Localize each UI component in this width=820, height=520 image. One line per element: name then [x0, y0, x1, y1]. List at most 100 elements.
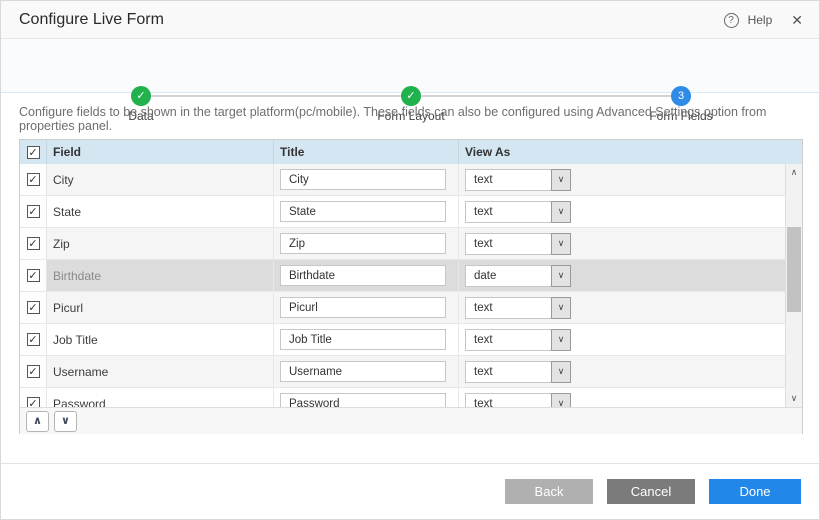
view-as-select[interactable]: text∨: [465, 329, 571, 351]
view-as-cell: text∨: [459, 164, 802, 195]
title-input[interactable]: [280, 265, 446, 286]
view-as-cell: date∨: [459, 260, 802, 291]
chevron-down-icon[interactable]: ∨: [551, 233, 571, 255]
row-checkbox[interactable]: ✓: [27, 301, 40, 314]
chevron-down-icon[interactable]: ∨: [551, 329, 571, 351]
view-as-select[interactable]: text∨: [465, 233, 571, 255]
dialog-title: Configure Live Form: [19, 1, 164, 39]
view-as-value: text: [465, 297, 551, 319]
view-as-cell: text∨: [459, 292, 802, 323]
row-checkbox-cell: ✓: [20, 164, 47, 195]
title-input[interactable]: [280, 169, 446, 190]
move-up-button[interactable]: ∧: [26, 411, 49, 432]
step-form-layout-icon[interactable]: ✓: [401, 86, 421, 106]
field-name: Password: [47, 388, 274, 407]
view-as-cell: text∨: [459, 324, 802, 355]
chevron-down-icon[interactable]: ∨: [551, 393, 571, 408]
fields-table: ✓ Field Title View As ✓Citytext∨✓Statete…: [19, 139, 803, 434]
table-row[interactable]: ✓ State text∨: [20, 196, 802, 228]
table-row[interactable]: ✓ Picurl text∨: [20, 292, 802, 324]
title-input[interactable]: [280, 393, 446, 407]
chevron-down-icon[interactable]: ∨: [551, 201, 571, 223]
title-input[interactable]: [280, 297, 446, 318]
row-checkbox[interactable]: ✓: [27, 269, 40, 282]
done-button[interactable]: Done: [709, 479, 801, 504]
title-cell: [274, 196, 459, 227]
back-button[interactable]: Back: [505, 479, 593, 504]
cancel-button[interactable]: Cancel: [607, 479, 695, 504]
wizard-stepper: ✓ ✓ 3 Data Form Layout Form Fields: [1, 39, 819, 93]
chevron-down-icon[interactable]: ∨: [551, 265, 571, 287]
row-checkbox[interactable]: ✓: [27, 173, 40, 186]
view-as-value: text: [465, 361, 551, 383]
title-cell: [274, 292, 459, 323]
row-checkbox-cell: ✓: [20, 196, 47, 227]
step-form-fields-icon[interactable]: 3: [671, 86, 691, 106]
view-as-select[interactable]: text∨: [465, 393, 571, 408]
table-body: ✓Citytext∨✓Statetext∨✓Ziptext∨✓Birthdate…: [20, 164, 802, 407]
view-as-cell: text∨: [459, 228, 802, 259]
footer-divider: [1, 463, 819, 464]
view-as-select[interactable]: date∨: [465, 265, 571, 287]
step-data-icon[interactable]: ✓: [131, 86, 151, 106]
title-cell: [274, 356, 459, 387]
view-as-select[interactable]: text∨: [465, 169, 571, 191]
title-input[interactable]: [280, 361, 446, 382]
chevron-down-icon[interactable]: ∨: [551, 169, 571, 191]
description-text: Configure fields to be shown in the targ…: [19, 105, 801, 133]
scrollbar-down-icon[interactable]: ∨: [786, 390, 802, 407]
help-icon[interactable]: ?: [724, 13, 739, 28]
help-link[interactable]: Help: [748, 13, 773, 27]
view-as-value: text: [465, 169, 551, 191]
row-checkbox-cell: ✓: [20, 324, 47, 355]
dialog-titlebar: Configure Live Form ? Help ✕: [1, 1, 819, 39]
field-name: State: [47, 196, 274, 227]
footer-actions: Back Cancel Done: [505, 479, 801, 504]
table-row[interactable]: ✓ Password text∨: [20, 388, 802, 407]
row-checkbox-cell: ✓: [20, 292, 47, 323]
configure-live-form-dialog: Configure Live Form ? Help ✕ ✓ ✓ 3 Data …: [0, 0, 820, 520]
row-checkbox[interactable]: ✓: [27, 365, 40, 378]
view-as-cell: text∨: [459, 196, 802, 227]
table-row[interactable]: ✓ Birthdate date∨: [20, 260, 802, 292]
field-name: City: [47, 164, 274, 195]
table-row[interactable]: ✓Job Titletext∨: [20, 324, 802, 356]
scrollbar-up-icon[interactable]: ∧: [786, 164, 802, 181]
table-row[interactable]: ✓ Zip text∨: [20, 228, 802, 260]
column-header-field: Field: [47, 140, 274, 164]
title-input[interactable]: [280, 233, 446, 254]
view-as-select[interactable]: text∨: [465, 361, 571, 383]
close-icon[interactable]: ✕: [791, 12, 803, 29]
row-checkbox-cell: ✓: [20, 388, 47, 407]
title-input[interactable]: [280, 201, 446, 222]
step-connector: [421, 95, 671, 97]
view-as-select[interactable]: text∨: [465, 201, 571, 223]
row-checkbox-cell: ✓: [20, 260, 47, 291]
table-row[interactable]: ✓Usernametext∨: [20, 356, 802, 388]
row-checkbox[interactable]: ✓: [27, 397, 40, 407]
title-input[interactable]: [280, 329, 446, 350]
view-as-value: date: [465, 265, 551, 287]
chevron-down-icon[interactable]: ∨: [551, 361, 571, 383]
move-down-button[interactable]: ∨: [54, 411, 77, 432]
field-name: Picurl: [47, 292, 274, 323]
titlebar-actions: ? Help ✕: [724, 1, 803, 39]
table-header-row: ✓ Field Title View As: [20, 140, 802, 164]
vertical-scrollbar[interactable]: ∧ ∨: [785, 164, 802, 407]
scrollbar-thumb[interactable]: [787, 227, 801, 312]
table-row[interactable]: ✓ City text∨: [20, 164, 802, 196]
view-as-select[interactable]: text∨: [465, 297, 571, 319]
row-checkbox[interactable]: ✓: [27, 205, 40, 218]
view-as-value: text: [465, 201, 551, 223]
title-cell: [274, 324, 459, 355]
field-name: Birthdate: [47, 260, 274, 291]
row-checkbox-cell: ✓: [20, 228, 47, 259]
chevron-down-icon[interactable]: ∨: [551, 297, 571, 319]
column-header-title: Title: [274, 140, 459, 164]
title-cell: [274, 260, 459, 291]
row-checkbox[interactable]: ✓: [27, 237, 40, 250]
view-as-cell: text∨: [459, 356, 802, 387]
select-all-checkbox[interactable]: ✓: [27, 146, 40, 159]
field-name: Zip: [47, 228, 274, 259]
row-checkbox[interactable]: ✓: [27, 333, 40, 346]
